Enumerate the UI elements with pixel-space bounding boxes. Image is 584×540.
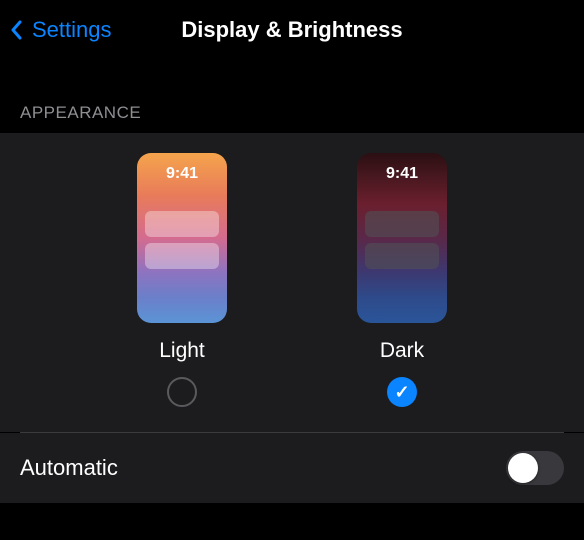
dark-label: Dark: [380, 339, 424, 363]
dark-preview: 9:41: [357, 153, 447, 323]
section-header-appearance: APPEARANCE: [0, 85, 584, 133]
checkmark-icon: ✓: [394, 382, 409, 403]
appearance-option-light[interactable]: 9:41 Light: [137, 153, 227, 407]
page-title: Display & Brightness: [181, 17, 402, 43]
chevron-left-icon: [10, 16, 28, 44]
appearance-options: 9:41 Light 9:41 Dark ✓: [0, 153, 584, 407]
automatic-label: Automatic: [20, 455, 118, 481]
automatic-toggle[interactable]: [506, 451, 564, 485]
automatic-row: Automatic: [0, 433, 584, 503]
light-preview: 9:41: [137, 153, 227, 323]
light-radio[interactable]: [167, 377, 197, 407]
navigation-bar: Settings Display & Brightness: [0, 0, 584, 60]
spacer: [0, 60, 584, 85]
preview-widget: [145, 243, 219, 269]
preview-time: 9:41: [357, 165, 447, 183]
preview-time: 9:41: [137, 165, 227, 183]
appearance-option-dark[interactable]: 9:41 Dark ✓: [357, 153, 447, 407]
back-label: Settings: [32, 17, 112, 43]
preview-widget: [365, 211, 439, 237]
dark-radio[interactable]: ✓: [387, 377, 417, 407]
back-button[interactable]: Settings: [10, 16, 112, 44]
preview-widget: [365, 243, 439, 269]
preview-widget: [145, 211, 219, 237]
toggle-knob: [508, 453, 538, 483]
appearance-section: 9:41 Light 9:41 Dark ✓: [0, 133, 584, 432]
light-label: Light: [159, 339, 205, 363]
